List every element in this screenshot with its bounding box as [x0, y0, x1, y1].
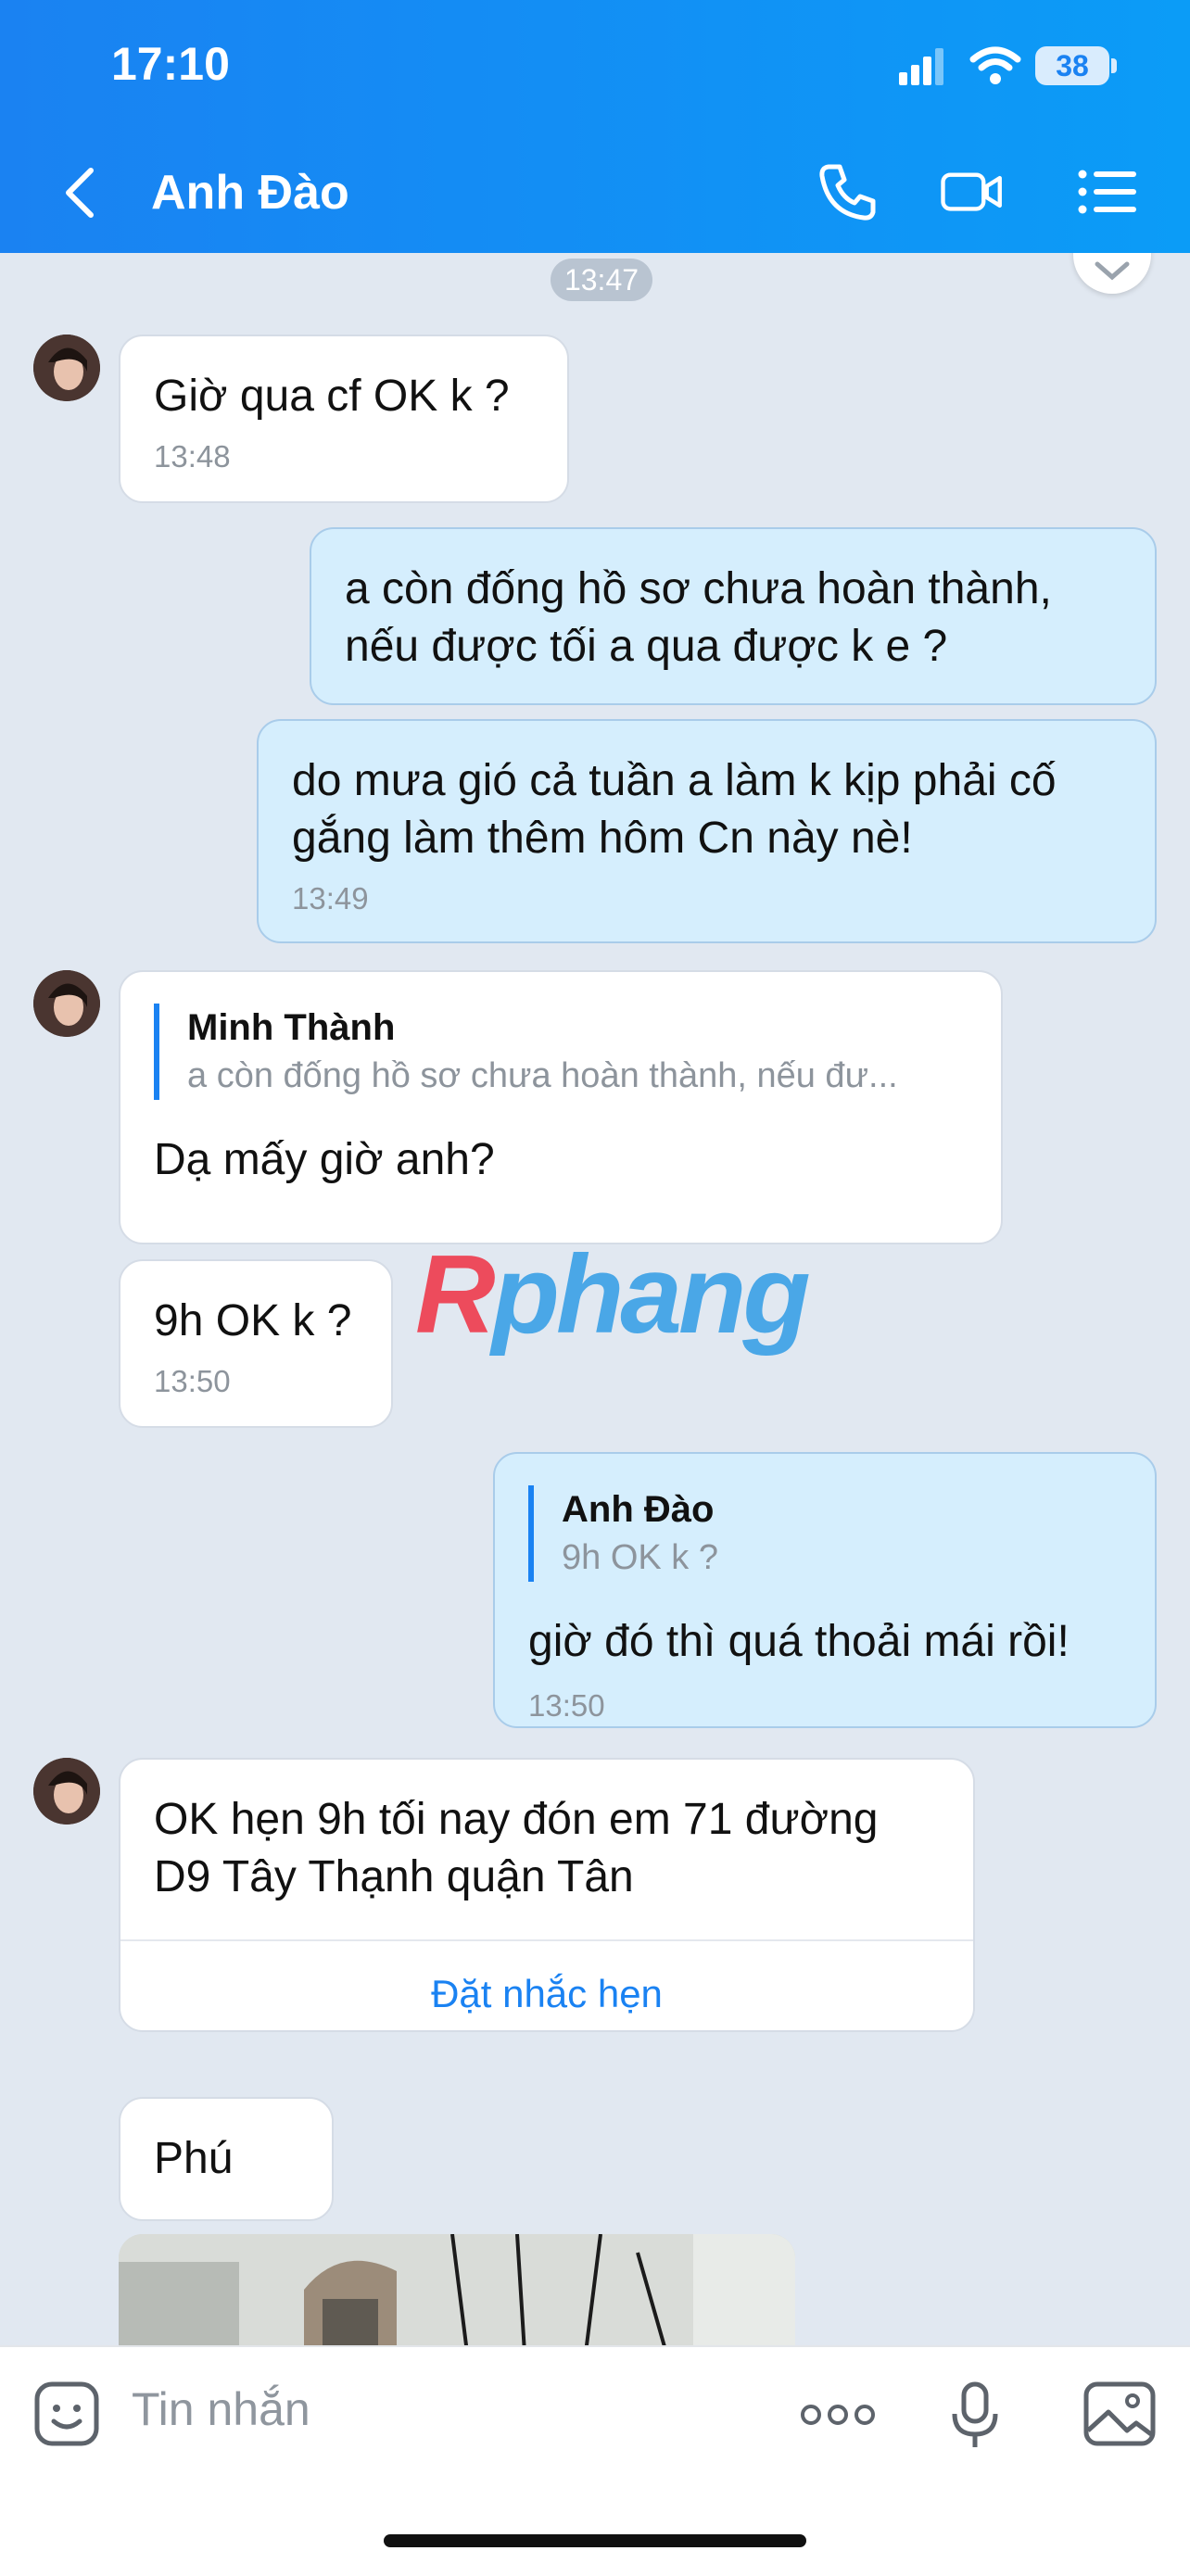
chat-header: 17:10 38 Anh Đào [0, 0, 1190, 253]
home-indicator [384, 2534, 806, 2547]
sticker-emoji-button[interactable] [32, 2379, 102, 2449]
message-bubble[interactable]: a còn đống hồ sơ chưa hoàn thành, nếu đư… [310, 527, 1157, 705]
quote-text: 9h OK k ? [562, 1538, 718, 1577]
message-time: 13:48 [154, 439, 231, 474]
photo-preview [119, 2234, 795, 2345]
status-time: 17:10 [111, 38, 230, 90]
wifi-icon [969, 46, 1021, 84]
message-time: 13:50 [154, 1364, 231, 1398]
voice-to-text-button[interactable] [947, 2379, 1003, 2453]
quoted-message[interactable]: Anh Đào 9h OK k ? [528, 1485, 1121, 1582]
message-text: do mưa gió cả tuần a làm k kịp phải cố g… [292, 756, 1057, 863]
message-text: 9h OK k ? [154, 1296, 352, 1345]
scroll-to-bottom-button[interactable] [1073, 253, 1151, 294]
reply-message-bubble[interactable]: Minh Thành a còn đống hồ sơ chưa hoàn th… [119, 970, 1003, 1244]
quoted-message[interactable]: Minh Thành a còn đống hồ sơ chưa hoàn th… [154, 1004, 968, 1100]
more-options-button[interactable] [799, 2401, 877, 2429]
quote-author: Anh Đào [562, 1489, 715, 1530]
battery-indicator: 38 [1035, 46, 1109, 85]
message-bubble[interactable]: OK hẹn 9h tối nay đón em 71 đường D9 Tây… [119, 1758, 975, 2032]
image-message[interactable] [119, 2234, 795, 2345]
cellular-signal-icon [899, 48, 943, 85]
message-text: OK hẹn 9h tối nay đón em 71 đường D9 Tây… [154, 1795, 879, 1901]
watermark-logo: Rphang [415, 1232, 811, 1357]
menu-list-button[interactable] [1075, 159, 1140, 224]
battery-tip [1111, 58, 1117, 73]
quote-text: a còn đống hồ sơ chưa hoàn thành, nếu đư… [187, 1056, 898, 1095]
message-time: 13:49 [292, 881, 369, 915]
message-bubble[interactable]: do mưa gió cả tuần a làm k kịp phải cố g… [257, 719, 1157, 943]
chat-title[interactable]: Anh Đào [151, 165, 349, 221]
image-gallery-button[interactable] [1082, 2379, 1157, 2449]
phone-call-button[interactable] [816, 159, 880, 224]
avatar[interactable] [33, 1758, 100, 1825]
message-bubble[interactable]: Giờ qua cf OK k ? 13:48 [119, 335, 569, 503]
message-bubble[interactable]: Phú [119, 2097, 334, 2221]
time-separator: 13:47 [551, 259, 652, 301]
message-time: 13:50 [528, 1688, 605, 1723]
message-text: Giờ qua cf OK k ? [154, 372, 510, 421]
message-input[interactable]: Tin nhắn [132, 2382, 310, 2436]
back-button[interactable] [57, 165, 104, 221]
set-reminder-link[interactable]: Đặt nhắc hẹn [120, 1965, 973, 2023]
chevron-down-icon [1095, 261, 1130, 281]
quote-author: Minh Thành [187, 1007, 396, 1048]
message-text: giờ đó thì quá thoải mái rồi! [528, 1617, 1070, 1666]
message-bubble[interactable]: 9h OK k ? 13:50 [119, 1259, 393, 1428]
video-call-button[interactable] [940, 159, 1005, 224]
message-text: a còn đống hồ sơ chưa hoàn thành, nếu đư… [345, 564, 1052, 671]
message-text: Dạ mấy giờ anh? [154, 1135, 495, 1184]
divider [120, 1939, 973, 1941]
avatar[interactable] [33, 970, 100, 1037]
reply-message-bubble[interactable]: Anh Đào 9h OK k ? giờ đó thì quá thoải m… [493, 1452, 1157, 1728]
message-text: Phú [154, 2134, 234, 2183]
avatar[interactable] [33, 335, 100, 401]
